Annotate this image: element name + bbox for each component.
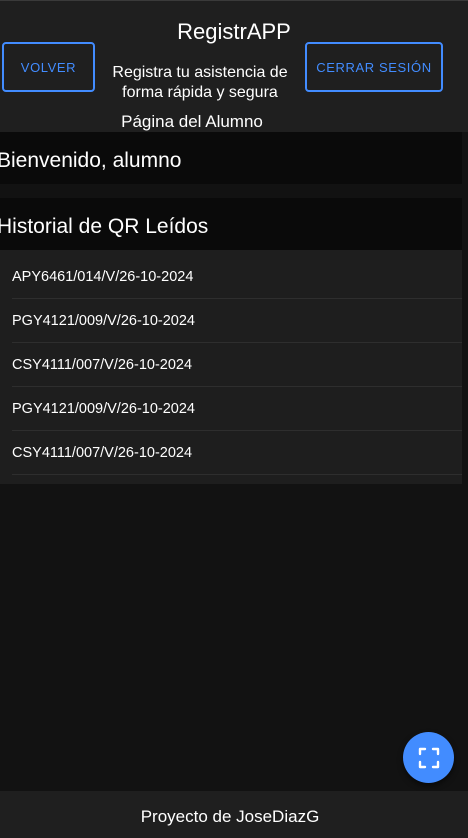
welcome-card: Bienvenido, alumno	[0, 132, 462, 184]
app-root: VOLVER RegistrAPP Registra tu asistencia…	[0, 0, 468, 838]
logout-button[interactable]: CERRAR SESIÓN	[305, 42, 443, 92]
qr-history-list: APY6461/014/V/26-10-2024 PGY4121/009/V/2…	[0, 255, 462, 475]
list-item[interactable]: PGY4121/009/V/26-10-2024	[0, 387, 462, 431]
app-header: VOLVER RegistrAPP Registra tu asistencia…	[0, 1, 468, 132]
app-footer: Proyecto de JoseDiazG	[0, 791, 468, 838]
qr-scan-icon	[418, 747, 439, 768]
list-item[interactable]: PGY4121/009/V/26-10-2024	[0, 299, 462, 343]
list-item[interactable]: CSY4111/007/V/26-10-2024	[0, 343, 462, 387]
scan-qr-button[interactable]	[403, 732, 454, 783]
page-title: Página del Alumno	[121, 112, 263, 131]
list-item[interactable]: APY6461/014/V/26-10-2024	[0, 255, 462, 299]
qr-history-card: Historial de QR Leídos APY6461/014/V/26-…	[0, 198, 462, 484]
footer-text: Proyecto de JoseDiazG	[140, 807, 320, 826]
welcome-text: Bienvenido, alumno	[0, 149, 182, 172]
qr-history-title: Historial de QR Leídos	[0, 215, 209, 238]
app-subtitle: Registra tu asistencia de forma rápida y…	[112, 64, 288, 101]
list-item[interactable]: CSY4111/007/V/26-10-2024	[0, 431, 462, 475]
back-button[interactable]: VOLVER	[2, 42, 95, 92]
qr-history-header: Historial de QR Leídos	[0, 198, 462, 250]
